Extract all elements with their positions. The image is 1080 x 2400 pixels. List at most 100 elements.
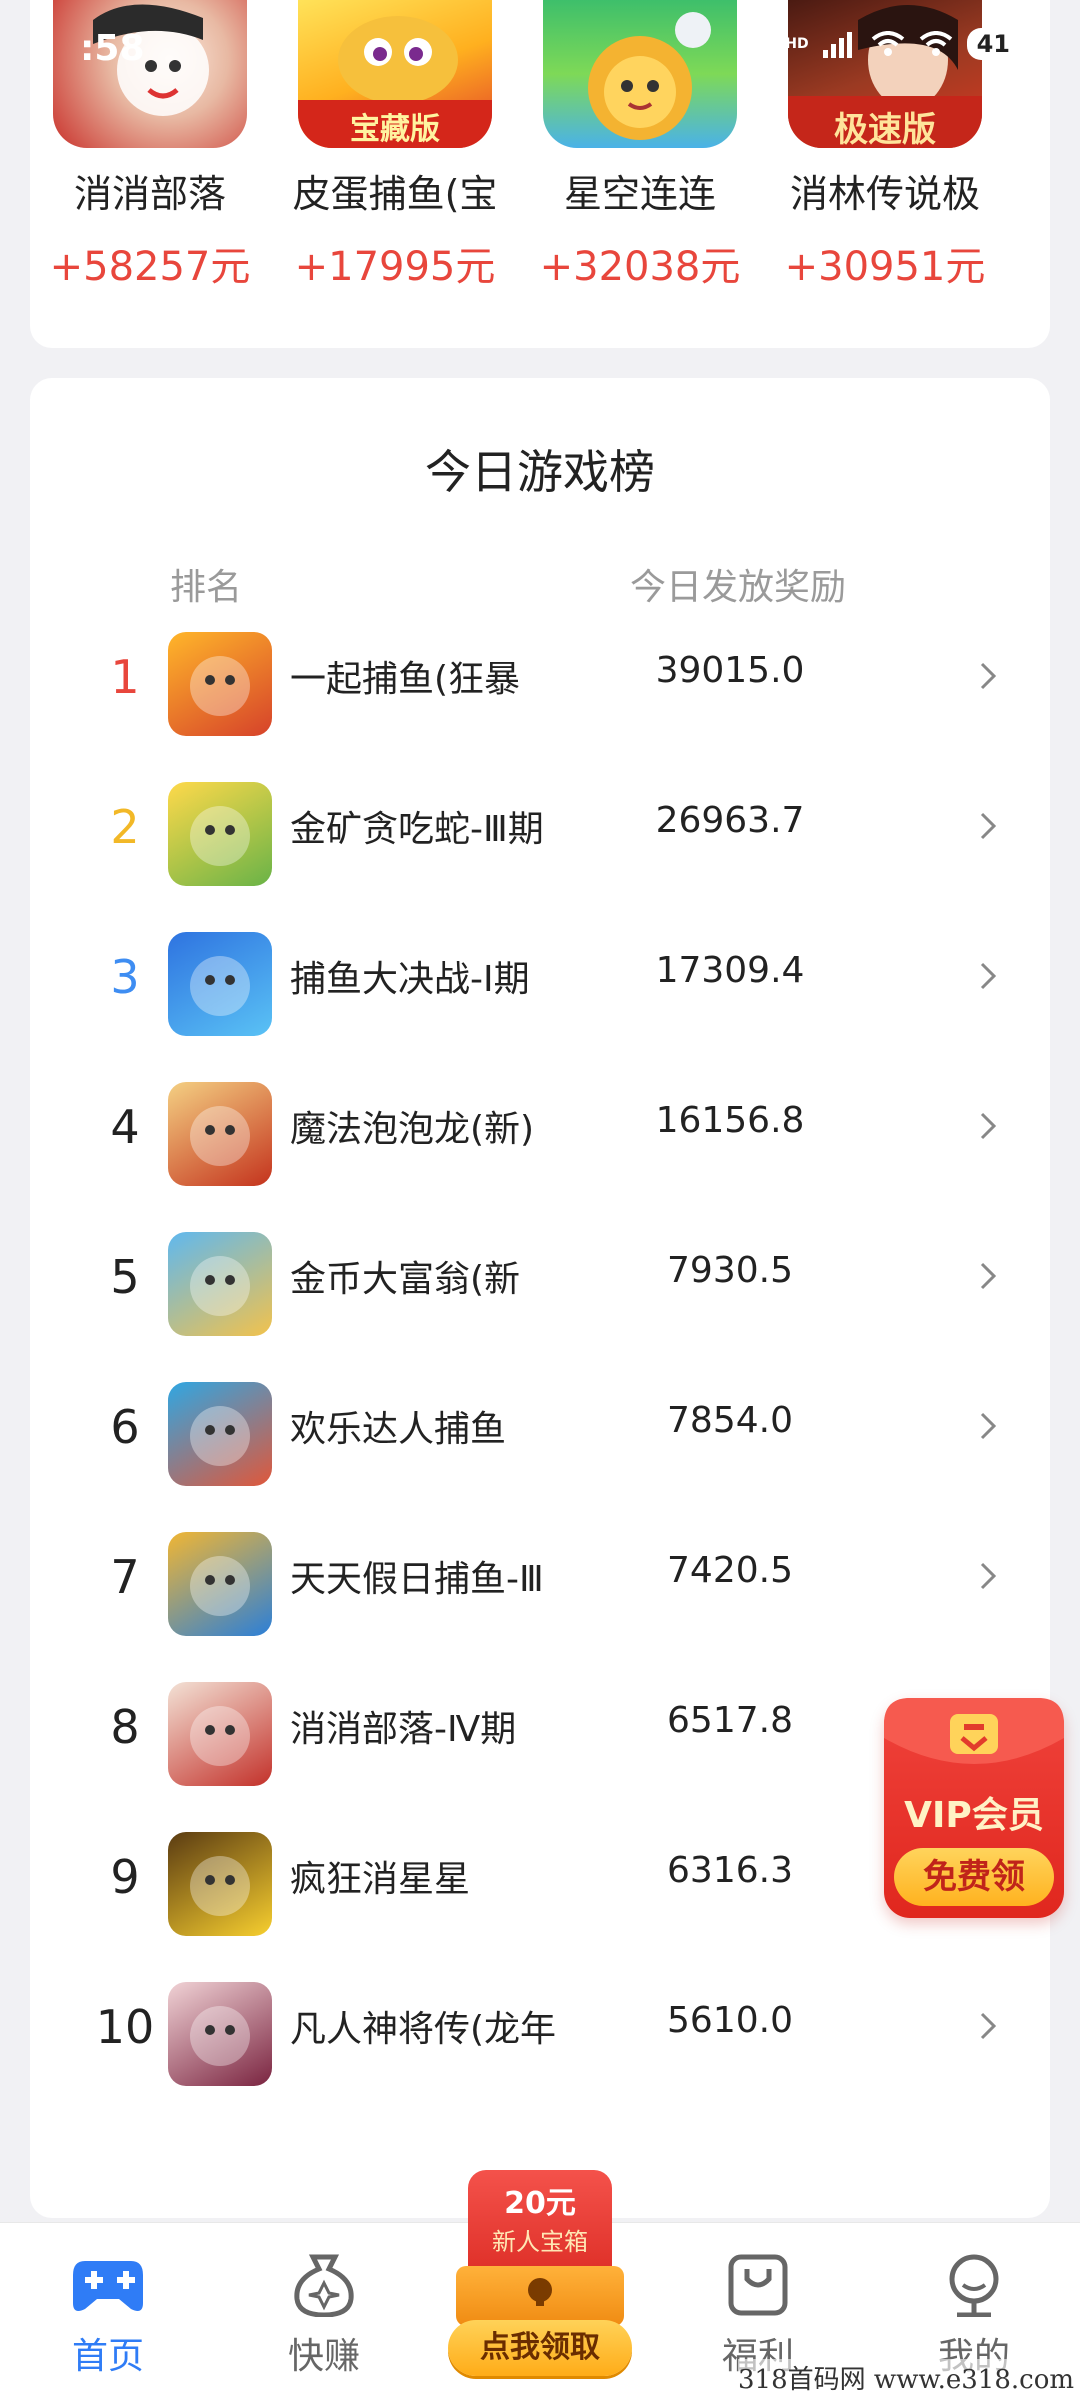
vip-claim-button[interactable]: 免费领 xyxy=(894,1848,1054,1906)
top-game-reward: +30951元 xyxy=(784,244,986,290)
rank-number: 6 xyxy=(110,1400,140,1454)
ranking-row[interactable]: 5 金币大富翁(新 7930.5 xyxy=(30,1204,1050,1356)
top-game-item[interactable]: 宝藏版 皮蛋捕鱼(宝 +17995元 xyxy=(275,0,515,292)
game-icon[interactable] xyxy=(168,1382,272,1486)
top-game-reward: +17995元 xyxy=(294,244,496,290)
ranking-row[interactable]: 4 魔法泡泡龙(新) 16156.8 xyxy=(30,1054,1050,1206)
game-name: 凡人神将传(龙年 xyxy=(290,2009,557,2050)
game-icon[interactable] xyxy=(168,632,272,736)
game-name: 捕鱼大决战-Ⅰ期 xyxy=(290,959,530,1000)
chest-subtitle: 新人宝箱 xyxy=(492,2228,588,2256)
column-header-rank: 排名 xyxy=(170,567,243,608)
nav-label: 快赚 xyxy=(287,2336,360,2377)
chevron-right-icon[interactable] xyxy=(968,2006,1008,2046)
game-name: 天天假日捕鱼-Ⅲ xyxy=(290,1559,544,1600)
game-reward: 7930.5 xyxy=(667,1250,793,1291)
nav-quick-earn[interactable]: 快赚 xyxy=(254,2253,394,2379)
ranking-row[interactable]: 10 凡人神将传(龙年 5610.0 xyxy=(30,1954,1050,2106)
game-icon[interactable] xyxy=(168,1532,272,1636)
game-reward: 6316.3 xyxy=(667,1850,793,1891)
ranking-row[interactable]: 2 金矿贪吃蛇-Ⅲ期 26963.7 xyxy=(30,754,1050,906)
game-icon[interactable] xyxy=(53,0,247,148)
profile-icon xyxy=(949,2254,999,2317)
game-reward: 17309.4 xyxy=(655,950,805,991)
rank-number: 8 xyxy=(110,1700,140,1754)
ranking-row[interactable]: 6 欢乐达人捕鱼 7854.0 xyxy=(30,1354,1050,1506)
top-game-reward: +58257元 xyxy=(49,244,251,290)
nav-home[interactable]: 首页 xyxy=(38,2253,178,2379)
game-icon[interactable] xyxy=(168,1832,272,1936)
ranking-row[interactable]: 1 一起捕鱼(狂暴 39015.0 xyxy=(30,604,1050,756)
game-name: 金矿贪吃蛇-Ⅲ期 xyxy=(290,809,544,850)
game-name: 消消部落-Ⅳ期 xyxy=(290,1709,517,1750)
top-game-reward: +32038元 xyxy=(539,244,741,290)
game-icon[interactable]: 宝藏版 xyxy=(298,0,492,148)
chevron-right-icon[interactable] xyxy=(968,1406,1008,1446)
game-icon[interactable] xyxy=(168,1232,272,1336)
game-name: 一起捕鱼(狂暴 xyxy=(290,659,521,700)
new-user-chest[interactable]: 20元 新人宝箱 点我领取 xyxy=(446,2170,634,2382)
gift-box-icon xyxy=(728,2254,788,2316)
game-name: 金币大富翁(新 xyxy=(290,1259,521,1300)
top-game-badge: 极速版 xyxy=(834,110,936,148)
rank-number: 1 xyxy=(110,650,140,704)
game-icon[interactable] xyxy=(168,1082,272,1186)
game-reward: 6517.8 xyxy=(667,1700,793,1741)
game-reward: 5610.0 xyxy=(667,2000,793,2041)
game-reward: 16156.8 xyxy=(655,1100,805,1141)
chevron-right-icon[interactable] xyxy=(968,1556,1008,1596)
game-ranking-card: 今日游戏榜 排名 今日发放奖励 1 一起捕鱼(狂暴 39015.0 2 金矿贪吃蛇-Ⅲ期… xyxy=(30,378,1050,2218)
rank-number: 7 xyxy=(110,1550,140,1604)
claim-chest-button[interactable]: 点我领取 xyxy=(448,2320,632,2376)
wifi-icon xyxy=(871,31,904,56)
wifi-icon xyxy=(919,31,952,56)
rank-number: 4 xyxy=(110,1100,140,1154)
game-reward: 7420.5 xyxy=(667,1550,793,1591)
game-icon[interactable] xyxy=(168,932,272,1036)
top-game-name: 消林传说极 xyxy=(789,172,980,216)
rank-number: 3 xyxy=(110,950,140,1004)
game-icon[interactable] xyxy=(543,0,737,148)
game-icon[interactable] xyxy=(168,1682,272,1786)
status-time: :58 xyxy=(80,28,145,69)
game-icon[interactable]: 极速版 xyxy=(788,0,982,148)
treasure-chest-icon xyxy=(456,2266,624,2326)
status-icons: 5G HD 41 xyxy=(759,28,1020,60)
game-reward: 7854.0 xyxy=(667,1400,793,1441)
chevron-right-icon[interactable] xyxy=(968,956,1008,996)
red-envelope-icon xyxy=(884,1698,1064,1764)
nav-label: 首页 xyxy=(71,2336,144,2377)
game-name: 欢乐达人捕鱼 xyxy=(290,1409,507,1450)
game-icon[interactable] xyxy=(168,782,272,886)
chevron-right-icon[interactable] xyxy=(968,1256,1008,1296)
chevron-right-icon[interactable] xyxy=(968,656,1008,696)
game-name: 疯狂消星星 xyxy=(290,1859,471,1900)
ranking-row[interactable]: 3 捕鱼大决战-Ⅰ期 17309.4 xyxy=(30,904,1050,1056)
money-bag-icon xyxy=(294,2254,354,2317)
column-header-reward: 今日发放奖励 xyxy=(630,567,847,608)
chest-amount: 20元 xyxy=(504,2186,576,2221)
top-game-item[interactable]: 消消部落 +58257元 xyxy=(30,0,270,292)
rank-number: 2 xyxy=(110,800,140,854)
ranking-row[interactable]: 7 天天假日捕鱼-Ⅲ 7420.5 xyxy=(30,1504,1050,1656)
top-game-badge: 宝藏版 xyxy=(350,112,440,147)
game-reward: 39015.0 xyxy=(655,650,805,691)
game-reward: 26963.7 xyxy=(655,800,805,841)
signal-icon xyxy=(822,32,852,58)
watermark: 318首码网 www.e318.com xyxy=(738,2359,1074,2396)
chevron-right-icon[interactable] xyxy=(968,806,1008,846)
top-game-name: 星空连连 xyxy=(563,172,716,216)
top-game-item[interactable]: 星空连连 +32038元 xyxy=(520,0,760,292)
vip-promo-button[interactable]: VIP会员 免费领 xyxy=(884,1698,1064,1918)
game-icon[interactable] xyxy=(168,1982,272,2086)
top-game-name: 皮蛋捕鱼(宝 xyxy=(292,172,498,216)
network-label: 5G HD xyxy=(759,36,809,52)
vip-label: VIP会员 xyxy=(904,1795,1044,1836)
gamepad-icon xyxy=(73,2261,143,2311)
chevron-right-icon[interactable] xyxy=(968,1106,1008,1146)
rank-number: 9 xyxy=(110,1850,140,1904)
battery-level: 41 xyxy=(966,28,1020,60)
rank-number: 5 xyxy=(110,1250,140,1304)
game-name: 魔法泡泡龙(新) xyxy=(290,1109,535,1150)
rank-number: 10 xyxy=(95,2000,155,2054)
